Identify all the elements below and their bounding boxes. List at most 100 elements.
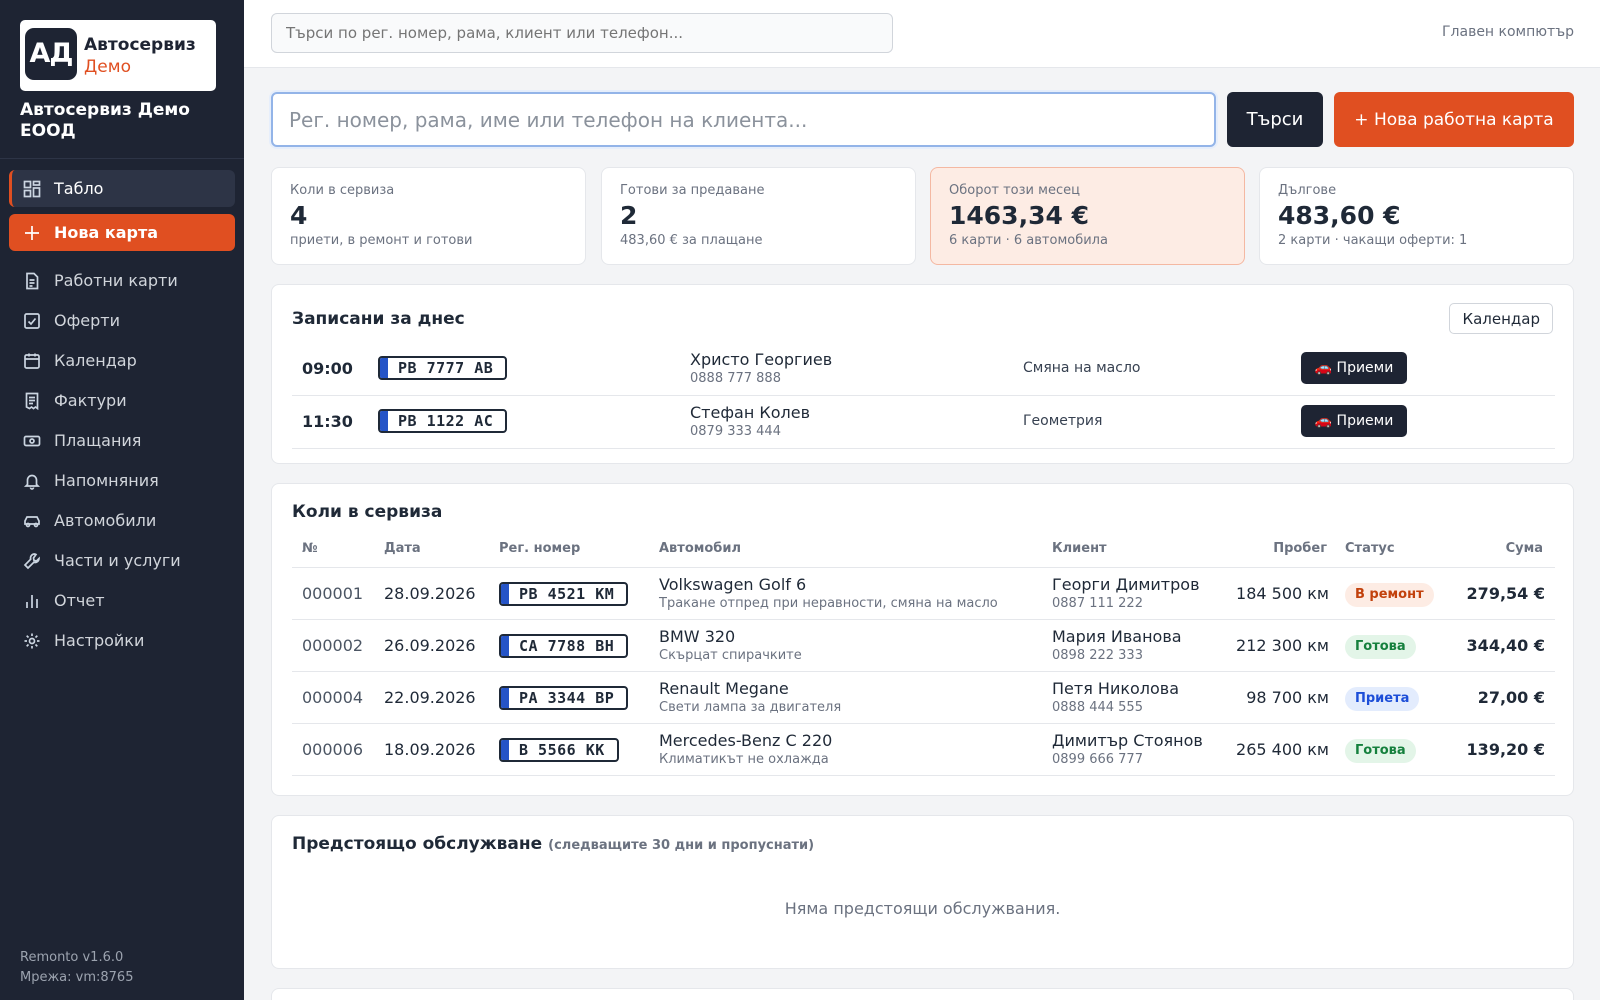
stat-value: 4	[290, 201, 308, 230]
mileage: 265 400 км	[1236, 740, 1329, 759]
bell-icon	[23, 472, 41, 490]
sidebar-item-cars[interactable]: Автомобили	[9, 502, 235, 539]
stat-card-debts[interactable]: Дългове 483,60 € 2 карти · чакащи оферти…	[1259, 167, 1574, 265]
new-work-card-button[interactable]: + Нова работна карта	[1334, 92, 1574, 147]
stat-subtitle: приети, в ремонт и готови	[290, 233, 473, 248]
stat-value: 2	[620, 201, 638, 230]
calendar-button[interactable]: Календар	[1449, 303, 1553, 334]
license-plate: B 5566 KK	[499, 738, 619, 762]
license-plate: PA 3344 BP	[499, 686, 629, 710]
sidebar-item-dashboard[interactable]: Табло	[9, 170, 235, 207]
plate-text: PA 3344 BP	[519, 689, 615, 707]
plate-eu-band	[380, 358, 388, 378]
car-complaint: Тракане отпред при неравности, смяна на …	[659, 596, 998, 611]
card-number: 000004	[302, 688, 364, 707]
stat-card-turnover[interactable]: Оборот този месец 1463,34 € 6 карти · 6 …	[930, 167, 1245, 265]
table-row[interactable]: 000001 28.09.2026 PB 4521 KM Volkswagen …	[292, 568, 1555, 620]
column-header-number: №	[302, 541, 318, 556]
sidebar-item-label: Фактури	[54, 391, 127, 410]
client-search-input[interactable]	[271, 92, 1216, 147]
plate-eu-band	[501, 636, 509, 656]
client-name: Георги Димитров	[1052, 575, 1200, 594]
document-icon	[23, 272, 41, 290]
table-row[interactable]: 000004 22.09.2026 PA 3344 BP Renault Meg…	[292, 672, 1555, 724]
appointment-phone: 0879 333 444	[690, 424, 781, 439]
plate-text: CA 7788 BH	[519, 637, 615, 655]
calendar-icon	[23, 352, 41, 370]
stat-value: 1463,34 €	[949, 201, 1089, 230]
stat-card-cars-in-service[interactable]: Коли в сервиза 4 приети, в ремонт и гото…	[271, 167, 586, 265]
stat-label: Готови за предаване	[620, 183, 765, 198]
car-model: Volkswagen Golf 6	[659, 575, 807, 594]
mileage: 98 700 км	[1246, 688, 1329, 707]
gear-icon	[23, 632, 41, 650]
plate-eu-band	[380, 411, 388, 431]
license-plate: PB 4521 KM	[499, 582, 629, 606]
car-complaint: Климатикът не охлажда	[659, 752, 829, 767]
plate-text: B 5566 KK	[519, 741, 605, 759]
status-badge: Готова	[1345, 635, 1416, 659]
accept-button[interactable]: 🚗 Приеми	[1301, 405, 1407, 437]
appointment-client: Стефан Колев	[690, 403, 811, 422]
sidebar: АД Автосервиз Демо Автосервиз Демо ЕООД …	[0, 0, 244, 1000]
stat-label: Дългове	[1278, 183, 1337, 198]
column-header-sum: Сума	[1505, 541, 1543, 556]
wrench-icon	[23, 552, 41, 570]
card-sum: 27,00 €	[1477, 688, 1545, 707]
plate-text: PB 7777 AB	[398, 359, 494, 377]
cars-in-service-panel: Коли в сервиза № Дата Рег. номер Автомоб…	[271, 483, 1574, 796]
sidebar-item-label: Табло	[54, 179, 104, 198]
car-model: BMW 320	[659, 627, 736, 646]
card-date: 22.09.2026	[384, 688, 476, 707]
sidebar-item-new-card[interactable]: Нова карта	[9, 214, 235, 251]
accept-button[interactable]: 🚗 Приеми	[1301, 352, 1407, 384]
license-plate: CA 7788 BH	[499, 634, 629, 658]
status-badge: В ремонт	[1345, 583, 1434, 607]
global-search-input[interactable]	[271, 13, 893, 53]
table-row[interactable]: 000002 26.09.2026 CA 7788 BH BMW 320 Скъ…	[292, 620, 1555, 672]
card-sum: 279,54 €	[1466, 584, 1545, 603]
sidebar-item-calendar[interactable]: Календар	[9, 342, 235, 379]
plate-eu-band	[501, 688, 509, 708]
sidebar-item-parts[interactable]: Части и услуги	[9, 542, 235, 579]
sidebar-item-invoices[interactable]: Фактури	[9, 382, 235, 419]
card-number: 000001	[302, 584, 364, 603]
panel-title: Коли в сервиза	[292, 502, 443, 522]
topbar: Главен компютър	[244, 0, 1600, 68]
sidebar-item-label: Автомобили	[54, 511, 157, 530]
car-complaint: Скърцат спирачките	[659, 648, 802, 663]
card-date: 18.09.2026	[384, 740, 476, 759]
column-header-status: Статус	[1345, 541, 1395, 556]
sidebar-item-work-cards[interactable]: Работни карти	[9, 262, 235, 299]
panel-subtitle: (следващите 30 дни и пропуснати)	[548, 838, 815, 853]
plus-icon	[23, 224, 41, 242]
plate-text: PB 4521 KM	[519, 585, 615, 603]
sidebar-item-label: Нова карта	[54, 223, 159, 242]
stat-card-ready[interactable]: Готови за предаване 2 483,60 € за плащан…	[601, 167, 916, 265]
sidebar-footer: Remonto v1.6.0 Мрежа: vm:8765	[20, 948, 133, 988]
sidebar-item-reminders[interactable]: Напомняния	[9, 462, 235, 499]
stat-value: 483,60 €	[1278, 201, 1401, 230]
upcoming-service-panel: Предстоящо обслужване (следващите 30 дни …	[271, 815, 1574, 969]
sidebar-item-settings[interactable]: Настройки	[9, 622, 235, 659]
appointment-time: 09:00	[302, 359, 353, 378]
client-name: Петя Николова	[1052, 679, 1180, 698]
bar-chart-icon	[23, 592, 41, 610]
sidebar-item-label: Работни карти	[54, 271, 178, 290]
sidebar-item-report[interactable]: Отчет	[9, 582, 235, 619]
network-info: Мрежа: vm:8765	[20, 970, 134, 985]
car-model: Renault Megane	[659, 679, 789, 698]
table-row[interactable]: 000006 18.09.2026 B 5566 KK Mercedes-Ben…	[292, 724, 1555, 776]
sidebar-item-payments[interactable]: Плащания	[9, 422, 235, 459]
column-header-client: Клиент	[1052, 541, 1107, 556]
dashboard-icon	[23, 180, 41, 198]
column-header-mileage: Пробег	[1273, 541, 1327, 556]
client-phone: 0898 222 333	[1052, 648, 1143, 663]
logo-subtitle: Демо	[84, 57, 131, 77]
plate-eu-band	[501, 584, 509, 604]
sidebar-item-offers[interactable]: Оферти	[9, 302, 235, 339]
search-button[interactable]: Търси	[1227, 92, 1323, 147]
mileage: 212 300 км	[1236, 636, 1329, 655]
app-version: Remonto v1.6.0	[20, 950, 124, 965]
checkbox-icon	[23, 312, 41, 330]
